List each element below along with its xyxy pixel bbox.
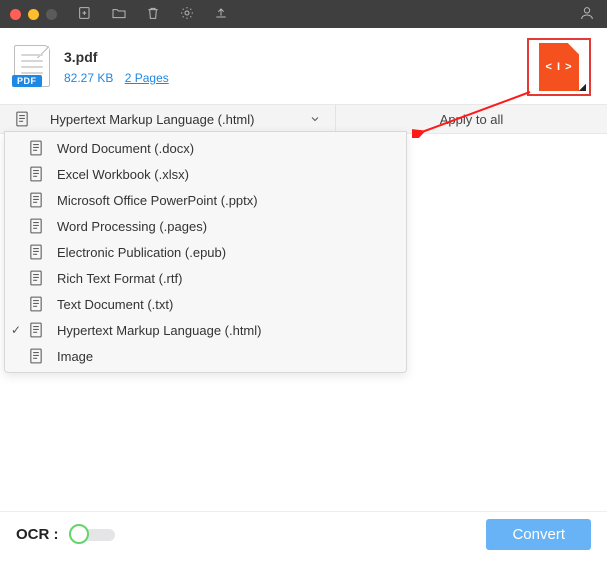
close-window-dot[interactable] <box>10 9 21 20</box>
ocr-label: OCR : <box>16 526 59 543</box>
format-option-label: Rich Text Format (.rtf) <box>57 271 182 286</box>
convert-button[interactable]: Convert <box>486 519 591 550</box>
file-name: 3.pdf <box>64 49 527 65</box>
apply-label: Apply to all <box>440 112 504 127</box>
trash-icon[interactable] <box>145 5 161 24</box>
pdf-file-icon: PDF <box>14 45 52 89</box>
folder-icon[interactable] <box>111 5 127 24</box>
format-option[interactable]: Hypertext Markup Language (.html) <box>5 317 406 343</box>
format-option-label: Excel Workbook (.xlsx) <box>57 167 189 182</box>
format-option-label: Microsoft Office PowerPoint (.pptx) <box>57 193 258 208</box>
dropdown-corner-icon <box>579 84 586 91</box>
account-icon[interactable] <box>579 5 597 23</box>
code-icon: < I > <box>545 61 572 73</box>
format-option-label: Word Processing (.pages) <box>57 219 207 234</box>
file-row: PDF 3.pdf 82.27 KB 2 Pages < I > <box>0 28 607 104</box>
file-pages-link[interactable]: 2 Pages <box>125 71 169 85</box>
file-meta: 3.pdf 82.27 KB 2 Pages <box>64 49 527 85</box>
format-option-label: Word Document (.docx) <box>57 141 194 156</box>
format-option[interactable]: Rich Text Format (.rtf) <box>5 265 406 291</box>
output-format-highlight: < I > <box>527 38 591 96</box>
bottom-bar: OCR : Convert <box>0 511 607 557</box>
titlebar <box>0 0 607 28</box>
pdf-badge: PDF <box>12 75 42 87</box>
add-file-icon[interactable] <box>77 5 93 24</box>
upload-icon[interactable] <box>213 5 229 24</box>
apply-to-all-button[interactable]: Apply to all <box>335 105 607 133</box>
format-option[interactable]: Text Document (.txt) <box>5 291 406 317</box>
ocr-toggle[interactable] <box>69 529 115 541</box>
file-size: 82.27 KB <box>64 71 113 85</box>
format-select[interactable]: Hypertext Markup Language (.html) <box>44 105 335 133</box>
format-option[interactable]: Image <box>5 343 406 369</box>
window-traffic-lights <box>10 9 57 20</box>
minimize-window-dot[interactable] <box>28 9 39 20</box>
format-option-label: Electronic Publication (.epub) <box>57 245 226 260</box>
format-dropdown: Word Document (.docx) Excel Workbook (.xl… <box>4 131 407 373</box>
format-option-label: Image <box>57 349 93 364</box>
format-option-label: Text Document (.txt) <box>57 297 173 312</box>
format-selected-label: Hypertext Markup Language (.html) <box>50 112 254 127</box>
zoom-window-dot[interactable] <box>46 9 57 20</box>
format-option[interactable]: Electronic Publication (.epub) <box>5 239 406 265</box>
toolbar <box>77 5 597 24</box>
format-option[interactable]: Microsoft Office PowerPoint (.pptx) <box>5 187 406 213</box>
format-option[interactable]: Word Document (.docx) <box>5 135 406 161</box>
format-option-label: Hypertext Markup Language (.html) <box>57 323 261 338</box>
format-bar: Hypertext Markup Language (.html) Apply … <box>0 104 607 134</box>
output-file-icon[interactable]: < I > <box>539 43 579 91</box>
format-option[interactable]: Excel Workbook (.xlsx) <box>5 161 406 187</box>
chevron-down-icon <box>309 113 321 125</box>
format-type-icon <box>0 105 44 133</box>
gear-icon[interactable] <box>179 5 195 24</box>
format-option[interactable]: Word Processing (.pages) <box>5 213 406 239</box>
